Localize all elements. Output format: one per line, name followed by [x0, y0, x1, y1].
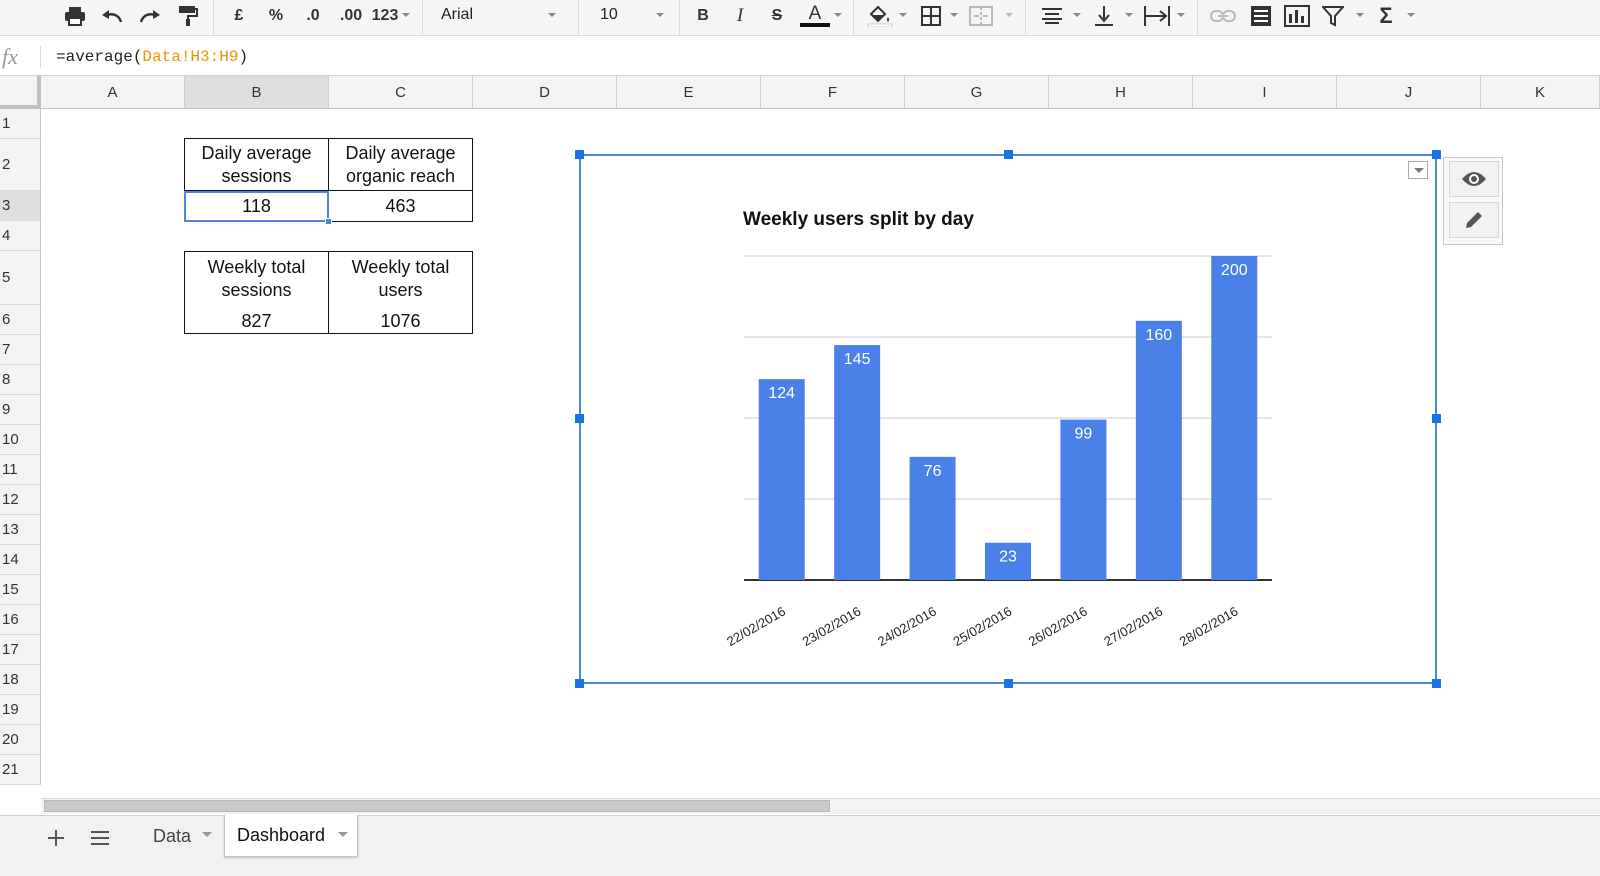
bar-data-label: 76: [924, 463, 942, 480]
x-tick-label: 26/02/2016: [1026, 604, 1090, 650]
bar-data-label: 124: [768, 385, 795, 402]
bar: [834, 345, 881, 580]
bar-data-label: 145: [844, 351, 871, 368]
bar: [758, 379, 805, 580]
sheet-tab-label: Dashboard: [237, 825, 326, 845]
edit-chart-button[interactable]: [1449, 202, 1499, 238]
eye-icon: [1462, 172, 1486, 186]
bar-data-label: 200: [1221, 262, 1248, 279]
add-sheet-icon[interactable]: [44, 826, 68, 850]
resize-handle-top[interactable]: [1004, 150, 1013, 159]
x-tick-label: 22/02/2016: [724, 604, 788, 650]
chevron-down-icon: [1414, 168, 1424, 173]
chart-title: Weekly users split by day: [743, 209, 974, 230]
sheet-tab-label: Data: [153, 825, 192, 846]
chart-side-panel: [1443, 157, 1503, 245]
bar-data-label: 23: [999, 549, 1017, 566]
bar-data-label: 160: [1146, 327, 1173, 344]
resize-handle-bottom-right[interactable]: [1432, 679, 1441, 688]
resize-handle-top-right[interactable]: [1432, 150, 1441, 159]
bar: [1060, 419, 1107, 580]
all-sheets-icon[interactable]: [88, 826, 112, 850]
x-tick-label: 27/02/2016: [1101, 604, 1165, 650]
bar: [1211, 256, 1258, 580]
x-tick-label: 28/02/2016: [1177, 604, 1241, 650]
bar-data-label: 99: [1075, 426, 1093, 443]
horizontal-scroll-thumb[interactable]: [44, 800, 830, 812]
spreadsheet-app: £ % .0 .00 123 Arial 10 B I S A Σ fx =av…: [0, 0, 1600, 876]
x-tick-label: 23/02/2016: [800, 604, 864, 650]
chart-menu-button[interactable]: [1408, 161, 1428, 179]
chart: Weekly users split by day 124 22/02/2016 14…: [724, 209, 1272, 650]
pencil-icon: [1466, 212, 1482, 228]
x-tick-label: 24/02/2016: [875, 604, 939, 650]
sheet-tab-data[interactable]: Data: [141, 815, 221, 857]
resize-handle-top-left[interactable]: [575, 150, 584, 159]
resize-handle-bottom[interactable]: [1004, 679, 1013, 688]
resize-handle-right[interactable]: [1432, 414, 1441, 423]
resize-handle-left[interactable]: [575, 414, 584, 423]
chevron-down-icon: [338, 832, 348, 837]
chevron-down-icon: [202, 832, 212, 837]
x-tick-label: 25/02/2016: [950, 604, 1014, 650]
resize-handle-bottom-left[interactable]: [575, 679, 584, 688]
sheet-tab-dashboard[interactable]: Dashboard: [224, 815, 358, 857]
preview-button[interactable]: [1449, 161, 1499, 197]
bar: [1135, 320, 1182, 580]
